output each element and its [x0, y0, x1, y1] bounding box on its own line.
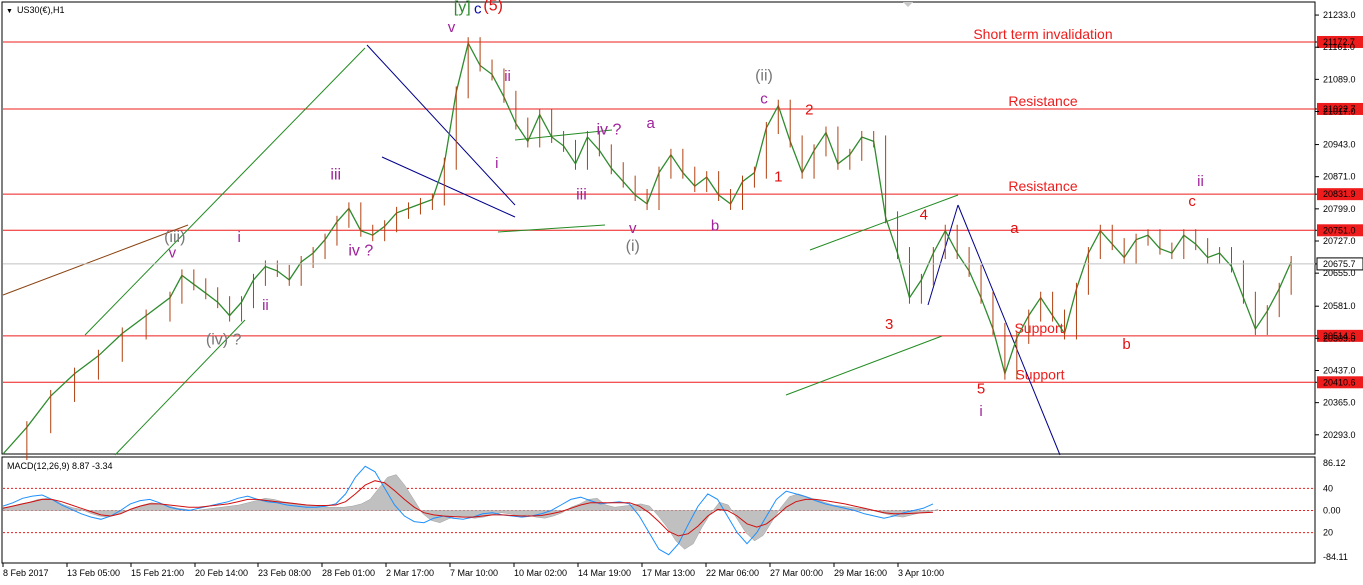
- price-tick-label: 21233.0: [1323, 10, 1356, 20]
- wave-label: b: [711, 218, 719, 235]
- time-tick-label: 10 Mar 02:00: [514, 568, 567, 578]
- level-label: Support: [1015, 366, 1064, 382]
- price-tick-label: 20410.6: [1323, 377, 1356, 387]
- wave-label: a: [1010, 220, 1019, 237]
- time-tick-label: 27 Mar 00:00: [770, 568, 823, 578]
- time-tick-label: 8 Feb 2017: [3, 568, 49, 578]
- wave-label: ii: [1197, 173, 1204, 190]
- wave-label: (iv) ?: [206, 332, 242, 349]
- wave-label: 4: [920, 207, 928, 224]
- level-label: Short term invalidation: [973, 26, 1112, 42]
- price-tick-label: 20871.0: [1323, 172, 1356, 182]
- wave-label: iv ?: [596, 122, 621, 139]
- wave-label: 3: [885, 316, 893, 333]
- wave-label: 1: [774, 169, 782, 186]
- time-tick-label: 3 Apr 10:00: [898, 568, 944, 578]
- price-tick-label: 20799.0: [1323, 204, 1356, 214]
- wave-label: iii: [330, 166, 341, 183]
- wave-label: 5: [977, 381, 985, 398]
- wave-label: iii: [576, 186, 587, 203]
- time-tick-label: 14 Mar 19:00: [578, 568, 631, 578]
- macd-label: MACD(12,26,9) 8.87 -3.34: [7, 461, 113, 471]
- time-tick-label: 20 Feb 14:00: [195, 568, 248, 578]
- price-tick-label: 20365.0: [1323, 398, 1356, 408]
- wave-label: ii: [262, 297, 269, 314]
- wave-label: v: [169, 245, 177, 262]
- wave-label: (ii): [755, 67, 773, 84]
- price-tick-label: 20751.0: [1323, 225, 1356, 235]
- wave-label: v: [629, 220, 637, 237]
- time-tick-label: 28 Feb 01:00: [322, 568, 375, 578]
- wave-label: i: [495, 155, 498, 172]
- time-tick-label: 13 Feb 05:00: [67, 568, 120, 578]
- price-tick-label: 20581.0: [1323, 301, 1356, 311]
- wave-label: v: [448, 19, 456, 36]
- price-tick-label: 21089.0: [1323, 74, 1356, 84]
- price-pane-frame: [1, 1, 1316, 455]
- time-tick-label: 2 Mar 17:00: [386, 568, 434, 578]
- wave-label: c: [1188, 193, 1196, 210]
- price-tick-label: 20293.0: [1323, 430, 1356, 440]
- level-label: Resistance: [1008, 178, 1077, 194]
- wave-label: c: [760, 90, 768, 107]
- wave-label: a: [646, 115, 655, 132]
- price-tick-label: 21017.0: [1323, 107, 1356, 117]
- macd-tick-label: 40: [1323, 483, 1333, 493]
- time-tick-label: 23 Feb 08:00: [258, 568, 311, 578]
- time-tick-label: 7 Mar 10:00: [450, 568, 498, 578]
- price-tick-label: 20831.9: [1323, 189, 1356, 199]
- macd-axis: 86.12 40 0.00 20 -84.11: [1323, 458, 1348, 562]
- price-tick-label: 20655.0: [1323, 268, 1356, 278]
- price-tick-label: 21161.0: [1323, 42, 1355, 52]
- wave-label: (iii): [164, 229, 185, 246]
- time-tick-label: 15 Feb 21:00: [131, 568, 184, 578]
- symbol-caret-icon[interactable]: ▼: [6, 8, 13, 15]
- time-axis: 8 Feb 2017 13 Feb 05:00 15 Feb 21:00 20 Feb…: [2, 563, 944, 578]
- macd-tick-label: -84.11: [1323, 552, 1348, 562]
- wave-label: i: [979, 403, 982, 420]
- chart-root: Short term invalidation Resistance Resista…: [1, 0, 1363, 578]
- wave-label: i: [237, 229, 240, 246]
- price-tick-label: 20727.0: [1323, 236, 1356, 246]
- price-tick-label: 20509.0: [1323, 333, 1356, 343]
- wave-label: b: [1122, 336, 1130, 353]
- wave-label: c: [474, 0, 482, 17]
- time-tick-label: 17 Mar 13:00: [642, 568, 695, 578]
- wave-label: (i): [626, 238, 640, 255]
- price-axis: 21233.021172.721161.021089.021022.721017…: [1315, 10, 1363, 440]
- wave-label: [y]: [454, 0, 471, 16]
- level-label: Resistance: [1008, 93, 1077, 109]
- macd-tick-label: 20: [1323, 528, 1333, 538]
- price-tick-label: 20437.0: [1323, 365, 1356, 375]
- price-tick-label: 20943.0: [1323, 140, 1356, 150]
- wave-label: 2: [805, 102, 813, 119]
- time-tick-label: 22 Mar 06:00: [706, 568, 759, 578]
- wave-label: iv ?: [348, 242, 373, 259]
- chart-title: US30(€),H1: [17, 5, 65, 15]
- time-tick-label: 29 Mar 16:00: [834, 568, 887, 578]
- macd-tick-label: 0.00: [1323, 506, 1341, 516]
- wave-label: ii: [504, 68, 511, 85]
- wave-label: (5): [483, 0, 503, 15]
- macd-tick-label: 86.12: [1323, 458, 1346, 468]
